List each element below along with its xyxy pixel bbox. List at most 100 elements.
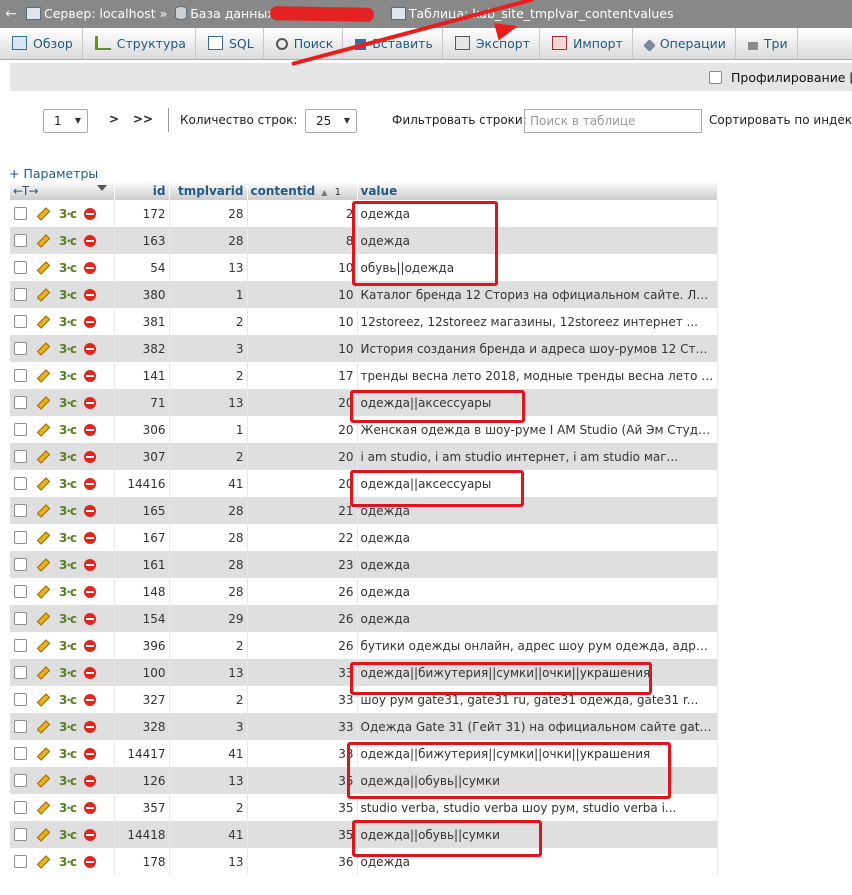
row-checkbox[interactable]: [14, 558, 27, 572]
cell-tmplvarid[interactable]: 28: [169, 497, 248, 524]
delete-row-icon[interactable]: [84, 369, 97, 382]
row-checkbox[interactable]: [14, 531, 27, 545]
cell-contentid[interactable]: 26: [247, 632, 358, 659]
edit-pencil-icon[interactable]: [36, 531, 51, 545]
cell-contentid[interactable]: 10: [247, 281, 358, 308]
cell-tmplvarid[interactable]: 3: [169, 713, 248, 740]
cell-value[interactable]: обувь||одежда: [357, 254, 718, 281]
cell-id[interactable]: 141: [114, 362, 170, 389]
edit-pencil-icon[interactable]: [36, 801, 51, 815]
edit-pencil-icon[interactable]: [36, 558, 51, 572]
copy-row-icon[interactable]: 3·c: [59, 801, 77, 815]
cell-tmplvarid[interactable]: 28: [169, 227, 248, 254]
cell-value[interactable]: одежда: [357, 551, 718, 578]
cell-id[interactable]: 14416: [114, 470, 170, 497]
copy-row-icon[interactable]: 3·c: [59, 531, 77, 545]
tab-import[interactable]: Импорт: [540, 28, 633, 59]
cell-tmplvarid[interactable]: 13: [169, 659, 248, 686]
cell-value[interactable]: одежда||аксессуары: [357, 470, 718, 497]
delete-row-icon[interactable]: [84, 585, 97, 598]
back-arrow-icon[interactable]: ←: [0, 0, 22, 28]
row-checkbox[interactable]: [14, 396, 27, 410]
copy-row-icon[interactable]: 3·c: [59, 639, 77, 653]
cell-id[interactable]: 154: [114, 605, 170, 632]
last-page-button[interactable]: >>: [133, 112, 153, 126]
cell-tmplvarid[interactable]: 3: [169, 335, 248, 362]
delete-row-icon[interactable]: [84, 396, 97, 409]
cell-tmplvarid[interactable]: 29: [169, 605, 248, 632]
row-checkbox[interactable]: [14, 720, 27, 734]
cell-tmplvarid[interactable]: 2: [169, 308, 248, 335]
delete-row-icon[interactable]: [84, 531, 97, 544]
copy-row-icon[interactable]: 3·c: [59, 558, 77, 572]
delete-row-icon[interactable]: [84, 477, 97, 490]
row-checkbox[interactable]: [14, 477, 27, 491]
cell-value[interactable]: i am studio, i am studio интернет, i am …: [357, 443, 718, 470]
row-checkbox[interactable]: [14, 666, 27, 680]
delete-row-icon[interactable]: [84, 342, 97, 355]
cell-id[interactable]: 357: [114, 794, 170, 821]
delete-row-icon[interactable]: [84, 315, 97, 328]
copy-row-icon[interactable]: 3·c: [59, 612, 77, 626]
cell-value[interactable]: одежда: [357, 578, 718, 605]
cell-tmplvarid[interactable]: 2: [169, 443, 248, 470]
cell-id[interactable]: 307: [114, 443, 170, 470]
row-checkbox[interactable]: [14, 315, 27, 329]
tab-operations[interactable]: Операции: [633, 28, 736, 59]
copy-row-icon[interactable]: 3·c: [59, 261, 77, 275]
cell-contentid[interactable]: 33: [247, 659, 358, 686]
filter-rows-input[interactable]: Поиск в таблице: [524, 109, 702, 133]
cell-tmplvarid[interactable]: 13: [169, 767, 248, 794]
edit-pencil-icon[interactable]: [36, 396, 51, 410]
cell-contentid[interactable]: 26: [247, 578, 358, 605]
cell-contentid[interactable]: 35: [247, 794, 358, 821]
cell-id[interactable]: 306: [114, 416, 170, 443]
cell-contentid[interactable]: 33: [247, 740, 358, 767]
cell-value[interactable]: одежда||обувь||сумки: [357, 821, 718, 848]
cell-id[interactable]: 396: [114, 632, 170, 659]
cell-value[interactable]: одежда: [357, 227, 718, 254]
cell-contentid[interactable]: 26: [247, 605, 358, 632]
cell-value[interactable]: одежда||бижутерия||сумки||очки||украшени…: [357, 740, 718, 767]
profiling-checkbox[interactable]: [709, 71, 722, 84]
delete-row-icon[interactable]: [84, 612, 97, 625]
edit-pencil-icon[interactable]: [36, 315, 51, 329]
cell-id[interactable]: 172: [114, 200, 170, 227]
row-checkbox[interactable]: [14, 369, 27, 383]
row-checkbox[interactable]: [14, 801, 27, 815]
cell-id[interactable]: 178: [114, 848, 170, 875]
cell-tmplvarid[interactable]: 41: [169, 740, 248, 767]
delete-row-icon[interactable]: [84, 504, 97, 517]
cell-tmplvarid[interactable]: 28: [169, 578, 248, 605]
row-checkbox[interactable]: [14, 693, 27, 707]
row-checkbox[interactable]: [14, 234, 27, 248]
cell-id[interactable]: 327: [114, 686, 170, 713]
edit-pencil-icon[interactable]: [36, 288, 51, 302]
cell-contentid[interactable]: 10: [247, 335, 358, 362]
cell-id[interactable]: 167: [114, 524, 170, 551]
cell-id[interactable]: 14417: [114, 740, 170, 767]
cell-value[interactable]: одежда: [357, 497, 718, 524]
cell-value[interactable]: Одежда Gate 31 (Гейт 31) на официальном …: [357, 713, 718, 740]
cell-contentid[interactable]: 35: [247, 767, 358, 794]
delete-row-icon[interactable]: [84, 855, 97, 868]
row-checkbox[interactable]: [14, 747, 27, 761]
copy-row-icon[interactable]: 3·c: [59, 828, 77, 842]
cell-contentid[interactable]: 10: [247, 308, 358, 335]
cell-tmplvarid[interactable]: 28: [169, 524, 248, 551]
row-checkbox[interactable]: [14, 828, 27, 842]
cell-tmplvarid[interactable]: 28: [169, 551, 248, 578]
copy-row-icon[interactable]: 3·c: [59, 774, 77, 788]
cell-id[interactable]: 54: [114, 254, 170, 281]
delete-row-icon[interactable]: [84, 801, 97, 814]
copy-row-icon[interactable]: 3·c: [59, 342, 77, 356]
delete-row-icon[interactable]: [84, 747, 97, 760]
row-checkbox[interactable]: [14, 585, 27, 599]
column-header-contentid[interactable]: contentid ▲ 1: [247, 181, 358, 200]
page-select[interactable]: 1 ▼: [43, 109, 88, 133]
copy-row-icon[interactable]: 3·c: [59, 855, 77, 869]
edit-pencil-icon[interactable]: [36, 774, 51, 788]
edit-pencil-icon[interactable]: [36, 234, 51, 248]
cell-tmplvarid[interactable]: 28: [169, 200, 248, 227]
cell-contentid[interactable]: 20: [247, 443, 358, 470]
